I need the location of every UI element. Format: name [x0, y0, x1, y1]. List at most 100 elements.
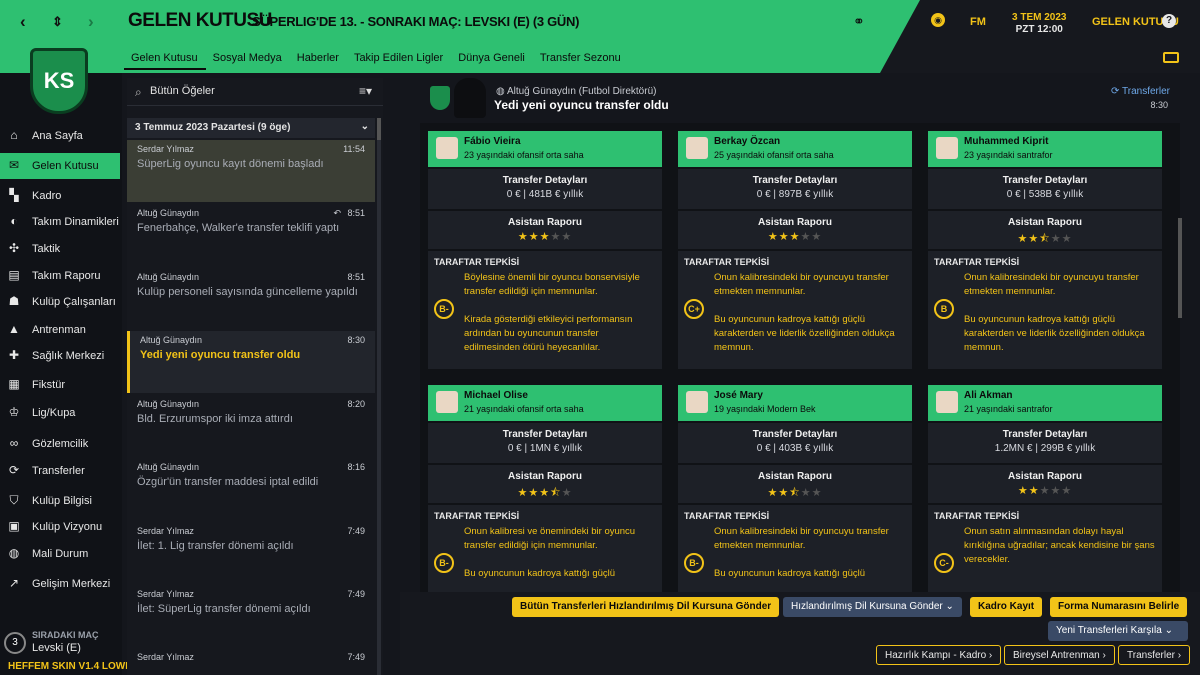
tab-social[interactable]: Sosyal Medya [206, 50, 290, 70]
message-time: 7:49 [347, 526, 365, 536]
up-down-icon[interactable]: ⇕ [52, 14, 63, 30]
player-header[interactable]: Michael Olise 21 yaşındaki ofansif orta s… [428, 385, 662, 421]
club-badge[interactable]: KS [30, 48, 88, 114]
rating-star-icon: ★ [800, 231, 812, 243]
player-header[interactable]: Muhammed Kiprit 23 yaşındaki santrafor [928, 131, 1162, 167]
fan-grade-badge: B [934, 299, 954, 319]
list-item[interactable]: Altuğ Günaydın ↶ 8:51 Fenerbahçe, Walker… [127, 204, 375, 266]
nav-item-squad[interactable]: ▚ Kadro [0, 183, 120, 209]
tab-transfer-window[interactable]: Transfer Sezonu [533, 50, 629, 70]
individual-training-button[interactable]: Bireysel Antrenman › [1004, 645, 1115, 665]
player-name[interactable]: Muhammed Kiprit [964, 136, 1048, 147]
player-name[interactable]: Michael Olise [464, 390, 528, 401]
transfers-label: Transferler [1127, 650, 1175, 661]
assistant-report-box[interactable]: Asistan Raporu ★★★★★ [428, 211, 662, 249]
player-header[interactable]: José Mary 19 yaşındaki Modern Bek [678, 385, 912, 421]
fan-reaction-text: Onun satın alınmasından dolayı hayal kır… [964, 526, 1155, 565]
fan-reaction-box: TARAFTAR TEPKİSİ Onun kalibresindeki bir … [678, 505, 912, 593]
register-button[interactable]: Kadro Kayıt [970, 597, 1043, 617]
nav-item-club-info[interactable]: ⛉ Kulüp Bilgisi [0, 488, 120, 514]
list-item[interactable]: Serdar Yılmaz 7:49 İlet: SüperLig transf… [127, 585, 375, 647]
next-match-days: 3 [4, 632, 26, 654]
next-match-label: SIRADAKI MAÇ [32, 630, 99, 640]
next-match[interactable]: 3 SIRADAKI MAÇ Levski (E) [4, 630, 122, 658]
message-subject: Özgür'ün transfer maddesi iptal edildi [137, 476, 319, 488]
nav-item-club-vision[interactable]: ▣ Kulüp Vizyonu [0, 514, 120, 540]
nav-item-finances[interactable]: ◍ Mali Durum [0, 541, 120, 567]
player-description: 23 yaşındaki santrafor [964, 150, 1053, 160]
game-date[interactable]: 3 TEM 2023 PZT 12:00 [1012, 12, 1066, 36]
rating-star-icon: ★ [561, 231, 573, 243]
forward-icon[interactable]: › [88, 12, 94, 32]
nav-item-label: Kulüp Çalışanları [32, 296, 116, 308]
rating-star-icon: ★ [539, 487, 551, 499]
nav-item-training[interactable]: ▲ Antrenman [0, 317, 120, 343]
player-header[interactable]: Fábio Vieira 23 yaşındaki ofansif orta sa… [428, 131, 662, 167]
send-course-dropdown[interactable]: Hızlandırılmış Dil Kursuna Gönder ⌄ [783, 597, 962, 617]
list-item[interactable]: Serdar Yılmaz 11:54 SüperLig oyuncu kayı… [127, 140, 375, 202]
transfers-button[interactable]: Transferler › [1118, 645, 1191, 665]
date-group-header[interactable]: 3 Temmuz 2023 Pazartesi (9 öge) ⌄ [127, 118, 375, 138]
nav-item-transfers[interactable]: ⟳ Transferler [0, 458, 120, 484]
assistant-report-box[interactable]: Asistan Raporu ★★⯪★★ [678, 465, 912, 503]
player-face [686, 391, 708, 413]
list-item[interactable]: Serdar Yılmaz 7:49 İlet: 1. Lig transfer… [127, 522, 375, 584]
nav-item-medical[interactable]: ✚ Sağlık Merkezi [0, 343, 120, 369]
inbox-scroll-thumb[interactable] [377, 118, 381, 140]
transfer-fee: 0 € | 1MN € yıllık [507, 443, 583, 454]
nav-item-label: Lig/Kupa [32, 407, 76, 419]
message-from-label: Altuğ Günaydın (Futbol Direktörü) [506, 86, 657, 97]
tab-inbox[interactable]: Gelen Kutusu [124, 50, 206, 70]
inbox-filter[interactable]: ⌕ Bütün Öğeler ≡▾ [127, 78, 383, 106]
screen-icon[interactable] [1163, 52, 1179, 63]
player-name[interactable]: Ali Akman [964, 390, 1013, 401]
coach-icon[interactable]: ◉ [931, 13, 945, 27]
fm-logo[interactable]: FM [970, 16, 986, 28]
inbox-scrollbar[interactable] [377, 118, 381, 675]
back-icon[interactable]: ‹ [20, 12, 26, 32]
player-header[interactable]: Berkay Özcan 25 yaşındaki ofansif orta sa… [678, 131, 912, 167]
nav-item-competitions[interactable]: ♔ Lig/Kupa [0, 400, 120, 426]
message-sender: Altuğ Günaydın [137, 462, 200, 472]
sender-avatar[interactable] [454, 78, 486, 118]
help-icon[interactable]: ? [1162, 14, 1176, 28]
briefcase-icon: ▣ [8, 519, 20, 533]
player-name[interactable]: Berkay Özcan [714, 136, 780, 147]
assistant-report-box[interactable]: Asistan Raporu ★★★⯪★ [428, 465, 662, 503]
nav-item-staff[interactable]: ☗ Kulüp Çalışanları [0, 289, 120, 315]
list-item[interactable]: Altuğ Günaydın 8:16 Özgür'ün transfer ma… [127, 458, 375, 520]
welcome-dropdown[interactable]: Yeni Transferleri Karşıla ⌄ [1048, 621, 1188, 641]
shirt-number-button[interactable]: Forma Numarasını Belirle [1050, 597, 1188, 617]
nav-item-label: Antrenman [32, 324, 86, 336]
nav-item-scouting[interactable]: ∞ Gözlemcilik [0, 431, 120, 457]
assistant-report-box[interactable]: Asistan Raporu ★★★★★ [928, 465, 1162, 503]
tab-followed-leagues[interactable]: Takip Edilen Ligler [347, 50, 451, 70]
nav-item-team-report[interactable]: ▤ Takım Raporu [0, 263, 120, 289]
nav-item-development[interactable]: ↗ Gelişim Merkezi [0, 571, 120, 597]
nav-item-tactics[interactable]: ✣ Taktik [0, 236, 120, 262]
filter-menu-icon[interactable]: ≡▾ [359, 84, 372, 98]
nav-item-label: Gelen Kutusu [32, 160, 99, 172]
player-header[interactable]: Ali Akman 21 yaşındaki santrafor [928, 385, 1162, 421]
nav-item-fixtures[interactable]: ▦ Fikstür [0, 372, 120, 398]
send-all-course-button[interactable]: Bütün Transferleri Hızlandırılmış Dil Ku… [512, 597, 780, 617]
tab-world[interactable]: Dünya Geneli [451, 50, 533, 70]
nav-item-inbox[interactable]: ✉ Gelen Kutusu [0, 153, 120, 179]
message-category[interactable]: ⟳ Transferler [1111, 86, 1170, 97]
tab-news[interactable]: Haberler [290, 50, 347, 70]
assistant-report-box[interactable]: Asistan Raporu ★★★★★ [678, 211, 912, 249]
nav-item-home[interactable]: ⌂ Ana Sayfa [0, 123, 120, 149]
list-item[interactable]: Serdar Yılmaz 7:49 [127, 648, 375, 675]
binoculars-icon[interactable]: ⚭ [853, 13, 865, 30]
message-scroll-thumb[interactable] [1178, 218, 1182, 318]
nav-item-dynamics[interactable]: ◐ Takım Dinamikleri [0, 209, 120, 235]
camp-button[interactable]: Hazırlık Kampı - Kadro › [876, 645, 1002, 665]
date-group-label: 3 Temmuz 2023 Pazartesi (9 öge) [135, 122, 291, 133]
list-item-selected[interactable]: Altuğ Günaydın 8:30 Yedi yeni oyuncu tra… [127, 331, 375, 393]
player-name[interactable]: Fábio Vieira [464, 136, 521, 147]
list-item[interactable]: Altuğ Günaydın 8:20 Bld. Erzurumspor iki… [127, 395, 375, 457]
transfer-details-box: Transfer Detayları 0 € | 538B € yıllık [928, 169, 1162, 209]
player-name[interactable]: José Mary [714, 390, 763, 401]
list-item[interactable]: Altuğ Günaydın 8:51 Kulüp personeli sayı… [127, 268, 375, 330]
assistant-report-box[interactable]: Asistan Raporu ★★⯪★★ [928, 211, 1162, 249]
